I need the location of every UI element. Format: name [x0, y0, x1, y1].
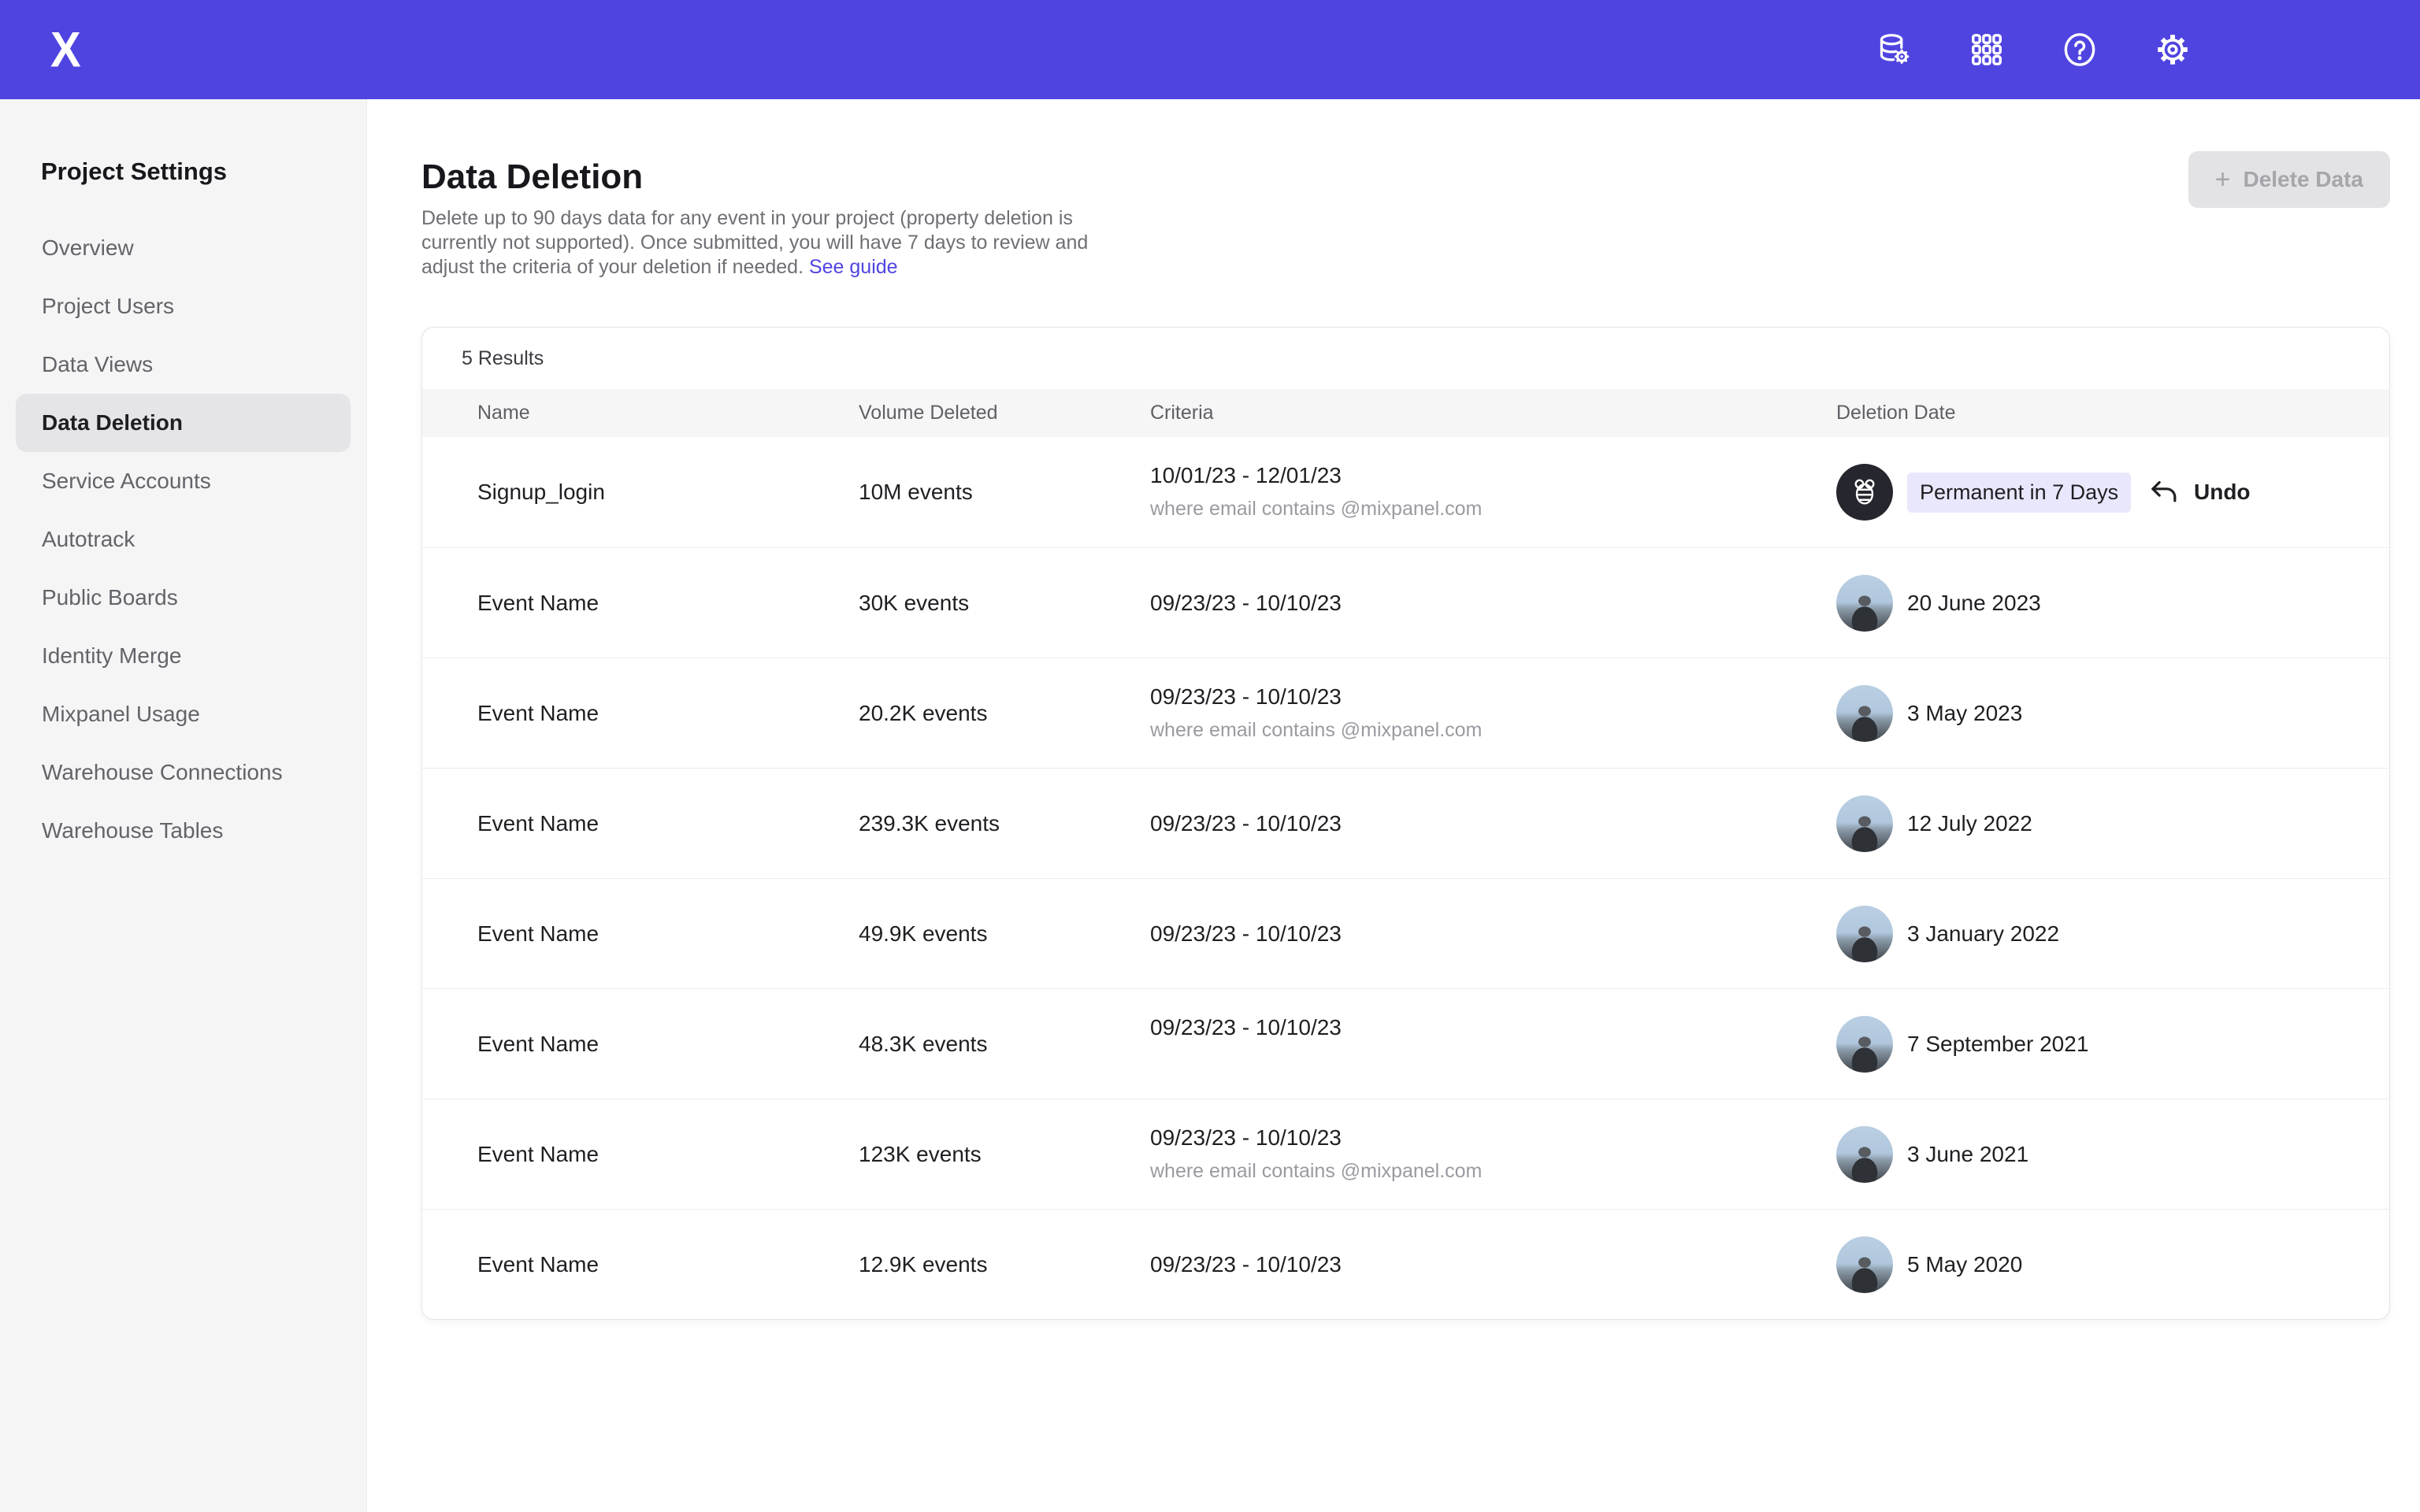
row-name: Event Name — [477, 1032, 859, 1057]
user-avatar — [1836, 795, 1893, 852]
row-criteria: 09/23/23 - 10/10/23 where email contains… — [1150, 1125, 1836, 1184]
row-criteria: 09/23/23 - 10/10/23 where email contains… — [1150, 684, 1836, 743]
sidebar-item-public-boards[interactable]: Public Boards — [16, 569, 351, 627]
user-avatar — [1836, 464, 1893, 521]
table-row: Event Name 30K events 09/23/23 - 10/10/2… — [422, 547, 2389, 658]
row-volume: 30K events — [859, 591, 1150, 616]
row-name: Event Name — [477, 591, 859, 616]
row-volume: 12.9K events — [859, 1252, 1150, 1277]
mixpanel-logo[interactable]: X — [50, 0, 80, 99]
sidebar-item-data-deletion[interactable]: Data Deletion — [16, 394, 351, 452]
delete-data-button-label: Delete Data — [2243, 167, 2363, 192]
row-deletion-date: 7 September 2021 — [1836, 1016, 2148, 1073]
user-avatar — [1836, 575, 1893, 632]
main-content: Data Deletion Delete up to 90 days data … — [367, 99, 2420, 1512]
table-row: Event Name 123K events 09/23/23 - 10/10/… — [422, 1099, 2389, 1209]
row-deletion-date: 20 June 2023 — [1836, 575, 2148, 632]
row-criteria: 09/23/23 - 10/10/23 — [1150, 1252, 1836, 1277]
row-name: Signup_login — [477, 480, 859, 505]
row-volume: 20.2K events — [859, 701, 1150, 726]
sidebar-item-autotrack[interactable]: Autotrack — [16, 510, 351, 569]
settings-gear-icon[interactable] — [2154, 31, 2192, 69]
help-icon[interactable] — [2061, 31, 2099, 69]
table-row: Signup_login 10M events 10/01/23 - 12/01… — [422, 437, 2389, 547]
row-volume: 48.3K events — [859, 1032, 1150, 1057]
table-row: Event Name 49.9K events 09/23/23 - 10/10… — [422, 878, 2389, 988]
page-description: Delete up to 90 days data for any event … — [421, 206, 1115, 280]
undo-icon — [2148, 476, 2180, 508]
sidebar-item-warehouse-connections[interactable]: Warehouse Connections — [16, 743, 351, 802]
table-row: Event Name 20.2K events 09/23/23 - 10/10… — [422, 658, 2389, 768]
row-name: Event Name — [477, 1142, 859, 1167]
sidebar-title: Project Settings — [41, 158, 366, 186]
user-avatar — [1836, 906, 1893, 962]
user-avatar — [1836, 685, 1893, 742]
apps-grid-icon[interactable] — [1968, 31, 2006, 69]
sidebar-item-overview[interactable]: Overview — [16, 219, 351, 277]
settings-sidebar: Project Settings Overview Project Users … — [0, 99, 367, 1512]
row-volume: 49.9K events — [859, 921, 1150, 947]
row-criteria: 09/23/23 - 10/10/23 — [1150, 1015, 1836, 1073]
row-deletion-date: 3 January 2022 — [1836, 906, 2148, 962]
page-description-text: Delete up to 90 days data for any event … — [421, 207, 1088, 278]
row-name: Event Name — [477, 1252, 859, 1277]
topbar-icon-group — [1875, 0, 2192, 99]
sidebar-items: Overview Project Users Data Views Data D… — [0, 219, 366, 860]
row-criteria: 10/01/23 - 12/01/23 where email contains… — [1150, 463, 1836, 521]
row-deletion-date: Permanent in 7 Days — [1836, 464, 2148, 521]
row-criteria: 09/23/23 - 10/10/23 — [1150, 591, 1836, 616]
sidebar-item-project-users[interactable]: Project Users — [16, 277, 351, 335]
plus-icon: + — [2215, 166, 2231, 193]
undo-button[interactable]: Undo — [2148, 476, 2366, 508]
user-avatar — [1836, 1236, 1893, 1293]
sidebar-item-identity-merge[interactable]: Identity Merge — [16, 627, 351, 685]
row-deletion-date: 3 May 2023 — [1836, 685, 2148, 742]
row-criteria: 09/23/23 - 10/10/23 — [1150, 921, 1836, 947]
sidebar-item-mixpanel-usage[interactable]: Mixpanel Usage — [16, 685, 351, 743]
data-management-icon[interactable] — [1875, 31, 1913, 69]
row-volume: 10M events — [859, 480, 1150, 505]
sidebar-item-data-views[interactable]: Data Views — [16, 335, 351, 394]
column-header-criteria: Criteria — [1150, 402, 1836, 424]
row-volume: 239.3K events — [859, 811, 1150, 836]
column-header-volume: Volume Deleted — [859, 402, 1150, 424]
deletion-table-card: 5 Results Name Volume Deleted Criteria D… — [421, 327, 2390, 1320]
row-deletion-date: 5 May 2020 — [1836, 1236, 2148, 1293]
sidebar-item-service-accounts[interactable]: Service Accounts — [16, 452, 351, 510]
table-row: Event Name 12.9K events 09/23/23 - 10/10… — [422, 1209, 2389, 1319]
undo-label: Undo — [2194, 480, 2251, 505]
table-header-row: Name Volume Deleted Criteria Deletion Da… — [422, 389, 2389, 437]
page-title: Data Deletion — [421, 158, 643, 197]
row-volume: 123K events — [859, 1142, 1150, 1167]
row-deletion-date: 12 July 2022 — [1836, 795, 2148, 852]
delete-data-button[interactable]: + Delete Data — [2188, 151, 2390, 208]
column-header-name: Name — [477, 402, 859, 424]
column-header-deletion-date: Deletion Date — [1836, 402, 2148, 424]
table-row: Event Name 48.3K events 09/23/23 - 10/10… — [422, 988, 2389, 1099]
row-name: Event Name — [477, 811, 859, 836]
user-avatar — [1836, 1126, 1893, 1183]
table-row: Event Name 239.3K events 09/23/23 - 10/1… — [422, 768, 2389, 878]
permanent-status-badge: Permanent in 7 Days — [1907, 472, 2131, 513]
sidebar-item-warehouse-tables[interactable]: Warehouse Tables — [16, 802, 351, 860]
row-criteria: 09/23/23 - 10/10/23 — [1150, 811, 1836, 836]
user-avatar — [1836, 1016, 1893, 1073]
row-deletion-date: 3 June 2021 — [1836, 1126, 2148, 1183]
row-name: Event Name — [477, 921, 859, 947]
see-guide-link[interactable]: See guide — [809, 256, 898, 278]
top-navigation-bar: X — [0, 0, 2420, 99]
results-count: 5 Results — [422, 328, 2389, 389]
row-name: Event Name — [477, 701, 859, 726]
mixpanel-x-icon: X — [50, 21, 80, 78]
